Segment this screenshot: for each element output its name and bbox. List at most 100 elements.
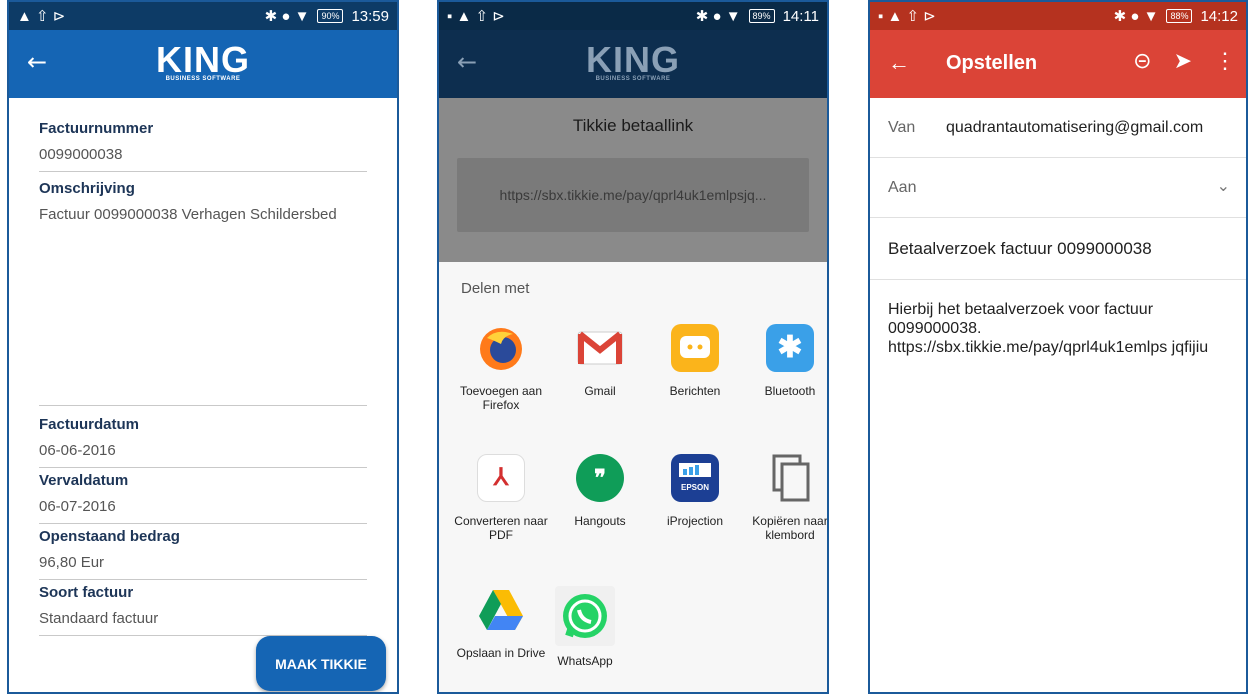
to-field[interactable]: Aan ⌄ [870,158,1246,218]
share-app-label: Kopiëren naar klembord [752,514,828,542]
king-logo-text: KING [156,39,250,80]
field-label: Omschrijving [39,180,135,197]
share-app-firefox[interactable]: Toevoegen aan Firefox [453,324,549,412]
hangouts-icon: ❞ [576,454,624,502]
status-bar: ▲ ⇧ ⊳ ✱ ● ▼ 90% 13:59 [9,2,397,30]
pdf-icon: ⅄ [477,454,525,502]
field-factuurnummer: Factuurnummer 0099000038 [39,120,367,172]
from-value: quadrantautomatisering@gmail.com [946,118,1204,136]
email-body[interactable]: Hierbij het betaalverzoek voor factuur 0… [870,280,1246,377]
status-bar: ▪ ▲ ⇧ ⊳ ✱ ● ▼ 88% 14:12 [870,2,1246,30]
share-app-label: iProjection [666,514,724,528]
field-value: 06-07-2016 [39,498,116,515]
phone-share-screen: ▪ ▲ ⇧ ⊳ ✱ ● ▼ 89% 14:11 ← KING BUSINESS … [437,0,829,694]
chevron-down-icon[interactable]: ⌄ [1217,176,1230,196]
compose-app-bar: ← Opstellen ⊝ ➤ ⋮ [870,30,1246,98]
epson-label: EPSON [680,483,709,492]
payment-link: https://sbx.tikkie.me/pay/qprl4uk1emlpsj… [457,158,809,232]
field-label: Factuurdatum [39,416,140,433]
share-app-berichten[interactable]: Berichten [647,324,743,398]
battery-icon: 88% [1166,9,1193,23]
status-bar: ▪ ▲ ⇧ ⊳ ✱ ● ▼ 89% 14:11 [439,2,827,30]
compose-title: Opstellen [946,52,1038,74]
share-app-label: Bluetooth [764,384,816,398]
status-left-icons: ▪ ▲ ⇧ ⊳ [447,8,505,25]
share-app-whatsapp[interactable]: WhatsApp [537,586,633,668]
maak-tikkie-button[interactable]: MAAK TIKKIE [256,636,386,691]
share-app-iprojection[interactable]: EPSON iProjection [647,454,743,528]
app-bar: ← KING BUSINESS SOFTWARE [9,30,397,98]
invoice-form: Factuurnummer 0099000038 Omschrijving Fa… [9,98,397,636]
share-app-label: Toevoegen aan Firefox [459,384,543,412]
dimmed-dialog: Tikkie betaallink https://sbx.tikkie.me/… [439,98,827,262]
share-app-label: Hangouts [574,514,626,528]
field-vervaldatum: Vervaldatum 06-07-2016 [39,468,367,524]
king-logo-subtitle: BUSINESS SOFTWARE [165,76,241,82]
status-right-icons: ✱ ● ▼ [1113,8,1159,25]
share-sheet-title: Delen met [461,280,530,297]
copy-icon [766,454,814,502]
back-arrow-icon[interactable]: ← [27,50,47,74]
to-label: Aan [888,178,917,196]
share-app-hangouts[interactable]: ❞ Hangouts [552,454,648,528]
bluetooth-icon: ✱ [766,324,814,372]
field-factuurdatum: Factuurdatum 06-06-2016 [39,406,367,468]
gmail-icon [576,324,624,372]
king-logo-text: KING [586,39,680,80]
whatsapp-icon [555,586,615,646]
from-label: Van [888,118,916,136]
epson-icon: EPSON [671,454,719,502]
share-app-copy[interactable]: Kopiëren naar klembord [742,454,828,542]
field-label: Vervaldatum [39,472,129,489]
share-app-gmail[interactable]: Gmail [552,324,648,398]
dialog-title: Tikkie betaallink [572,116,694,135]
status-right-icons: ✱ ● ▼ [264,8,310,25]
king-logo: KING BUSINESS SOFTWARE [586,39,680,83]
battery-icon: 90% [317,9,344,23]
body-line: Hierbij het betaalverzoek voor factuur 0… [888,301,1154,337]
status-time: 13:59 [351,7,389,25]
status-right: ✱ ● ▼ 90% 13:59 [264,7,389,26]
field-value: 06-06-2016 [39,442,116,459]
subject-field[interactable]: Betaalverzoek factuur 0099000038 [870,218,1246,280]
field-omschrijving: Omschrijving Factuur 0099000038 Verhagen… [39,172,367,406]
status-left-icons: ▲ ⇧ ⊳ [17,8,66,25]
attach-icon[interactable]: ⊝ [1133,48,1151,74]
phone-invoice-screen: ▲ ⇧ ⊳ ✱ ● ▼ 90% 13:59 ← KING BUSINESS SO… [7,0,399,694]
status-left-icons: ▪ ▲ ⇧ ⊳ [878,8,936,25]
compose-actions: ⊝ ➤ ⋮ [1133,48,1236,74]
share-sheet: Delen met Toevoegen aan Firefox Gmail Be… [439,262,828,692]
field-value: Factuur 0099000038 Verhagen Schildersbed [39,206,337,223]
share-app-drive[interactable]: Opslaan in Drive [453,586,549,660]
king-logo-subtitle: BUSINESS SOFTWARE [595,76,671,82]
status-right: ✱ ● ▼ 89% 14:11 [696,7,819,26]
field-openstaand-bedrag: Openstaand bedrag 96,80 Eur [39,524,367,580]
share-app-bluetooth[interactable]: ✱ Bluetooth [742,324,827,398]
body-link: https://sbx.tikkie.me/pay/qprl4uk1emlps … [888,339,1209,356]
field-label: Factuurnummer [39,120,154,137]
share-app-label: Berichten [669,384,721,398]
king-logo: KING BUSINESS SOFTWARE [156,39,250,83]
messages-icon [671,324,719,372]
share-app-label: Converteren naar PDF [454,514,548,542]
share-app-label: Opslaan in Drive [456,646,546,660]
back-arrow-icon: ← [457,48,478,76]
firefox-icon [477,324,525,372]
send-icon[interactable]: ➤ [1174,48,1192,74]
status-right: ✱ ● ▼ 88% 14:12 [1113,7,1238,26]
more-icon[interactable]: ⋮ [1214,48,1236,74]
share-app-pdf[interactable]: ⅄ Converteren naar PDF [453,454,549,542]
back-arrow-icon[interactable]: ← [888,50,910,76]
field-label: Soort factuur [39,584,134,601]
app-bar: ← KING BUSINESS SOFTWARE [439,30,827,98]
battery-icon: 89% [748,9,775,23]
status-time: 14:11 [782,7,819,25]
field-value: 96,80 Eur [39,554,105,571]
drive-icon [477,586,525,634]
field-value: 0099000038 [39,146,123,163]
from-row: Van quadrantautomatisering@gmail.com [870,98,1246,158]
status-time: 14:12 [1200,7,1238,25]
share-app-label: Gmail [584,384,616,398]
field-value: Standaard factuur [39,610,159,627]
field-label: Openstaand bedrag [39,528,180,545]
